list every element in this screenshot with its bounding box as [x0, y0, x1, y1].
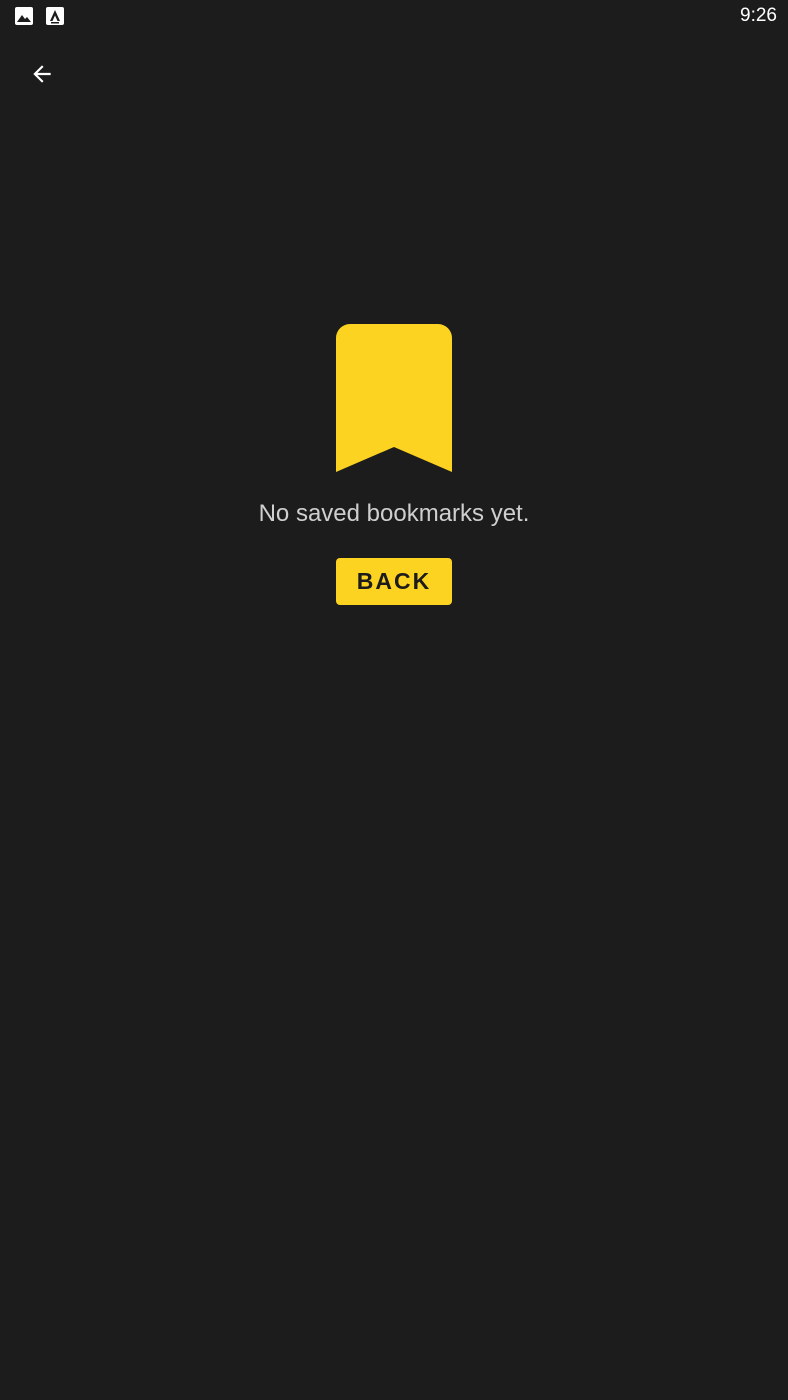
back-button[interactable]: BACK	[336, 558, 452, 605]
app-store-icon	[45, 6, 65, 26]
bookmark-icon	[336, 324, 452, 472]
empty-message: No saved bookmarks yet.	[258, 500, 530, 527]
status-time: 9:26	[740, 5, 777, 26]
arrow-left-icon	[33, 65, 51, 83]
bookmarks-screen: 9:26 No saved bookmarks yet. BACK	[0, 0, 788, 1400]
gallery-icon	[14, 6, 34, 26]
status-bar: 9:26	[0, 0, 788, 34]
back-arrow-button[interactable]	[18, 50, 66, 98]
